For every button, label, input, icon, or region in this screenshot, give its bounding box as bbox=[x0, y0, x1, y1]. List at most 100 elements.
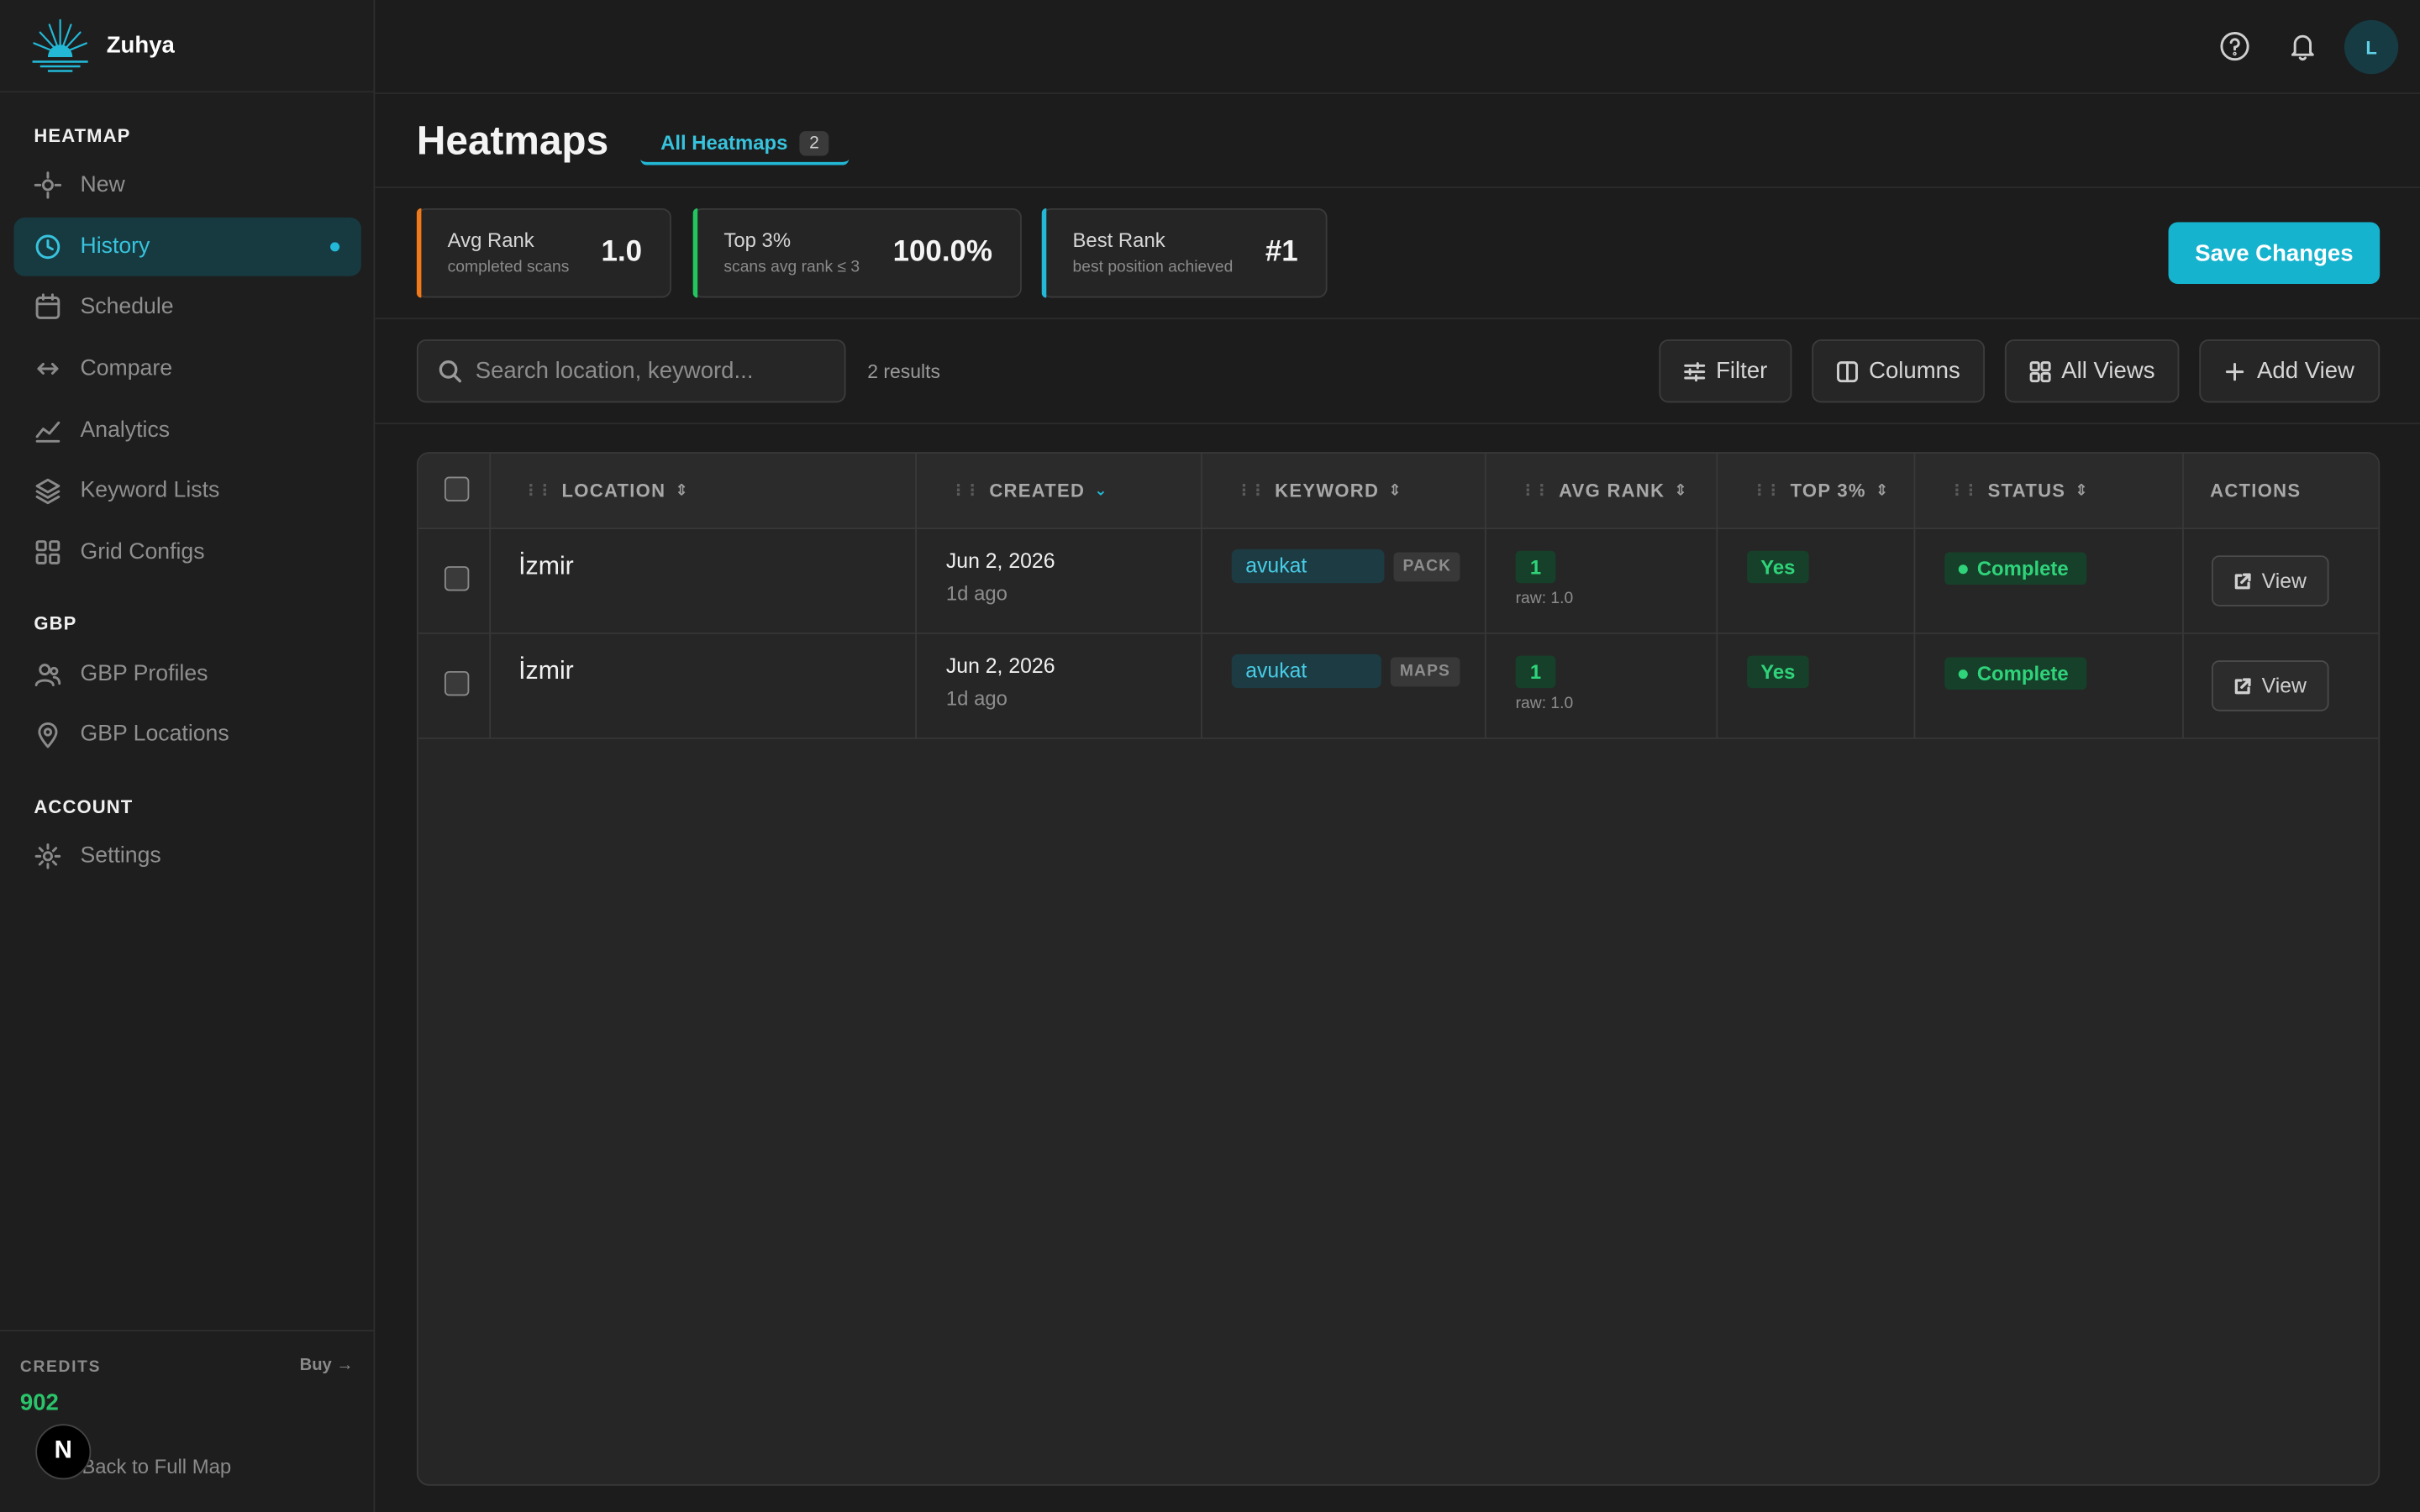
column-label: KEYWORD bbox=[1275, 480, 1380, 501]
grid-icon bbox=[34, 538, 61, 566]
sidebar-item-label: GBP Profiles bbox=[80, 661, 208, 687]
drag-handle-icon[interactable]: ⋮⋮ bbox=[1236, 482, 1265, 499]
column-label: ACTIONS bbox=[2210, 480, 2302, 501]
avg-rank-badge: 1 bbox=[1515, 550, 1556, 584]
stat-accent-bar bbox=[692, 207, 698, 298]
table-row[interactable]: İzmir Jun 2, 2026 1d ago avukat PACK 1 r… bbox=[418, 529, 2379, 634]
search-input[interactable] bbox=[475, 358, 831, 385]
sidebar-item-compare[interactable]: Compare bbox=[14, 339, 361, 398]
filter-label: Filter bbox=[1716, 358, 1768, 385]
drag-handle-icon[interactable]: ⋮⋮ bbox=[950, 482, 980, 499]
column-header-top3[interactable]: ⋮⋮ TOP 3% ⇕ bbox=[1752, 480, 1890, 501]
view-button[interactable]: View bbox=[2211, 660, 2329, 711]
n-badge-icon[interactable]: N bbox=[35, 1424, 92, 1480]
view-label: View bbox=[2261, 569, 2307, 593]
drag-handle-icon[interactable]: ⋮⋮ bbox=[523, 482, 553, 499]
view-button[interactable]: View bbox=[2211, 555, 2329, 606]
status-badge: Complete bbox=[1944, 552, 2087, 585]
search-icon bbox=[439, 360, 461, 383]
page-title: Heatmaps bbox=[416, 117, 609, 164]
sort-icon: ⇕ bbox=[1674, 481, 1689, 500]
external-link-icon bbox=[2235, 572, 2252, 589]
back-to-full-map-link[interactable]: Back to Full Map bbox=[82, 1455, 231, 1478]
sidebar-item-label: Settings bbox=[80, 843, 161, 869]
sort-desc-icon: ⌄ bbox=[1094, 481, 1108, 500]
created-relative: 1d ago bbox=[945, 581, 1007, 605]
sidebar-item-new[interactable]: New bbox=[14, 156, 361, 215]
column-header-status[interactable]: ⋮⋮ STATUS ⇕ bbox=[1949, 480, 2089, 501]
brand[interactable]: Zuhya bbox=[0, 0, 374, 93]
stat-title: Top 3% bbox=[723, 228, 792, 252]
column-header-keyword[interactable]: ⋮⋮ KEYWORD ⇕ bbox=[1236, 480, 1402, 501]
all-views-button[interactable]: All Views bbox=[2004, 339, 2180, 403]
page-header: Heatmaps All Heatmaps 2 bbox=[375, 94, 2420, 189]
keyword-type-badge: MAPS bbox=[1390, 657, 1460, 687]
columns-button[interactable]: Columns bbox=[1812, 339, 1985, 403]
search-box[interactable] bbox=[416, 339, 846, 403]
sidebar-item-keyword-lists[interactable]: Keyword Lists bbox=[14, 461, 361, 520]
table-header: ⋮⋮ LOCATION ⇕ ⋮⋮ CREATED ⌄ ⋮⋮ KEYWORD ⇕ ⋮⋮ AVG … bbox=[418, 453, 2379, 529]
stat-value: #1 bbox=[1265, 236, 1298, 269]
filter-button[interactable]: Filter bbox=[1659, 339, 1792, 403]
sidebar-item-history[interactable]: History bbox=[13, 217, 361, 276]
sidebar-item-label: New bbox=[80, 172, 125, 198]
sort-icon: ⇕ bbox=[1875, 481, 1890, 500]
column-label: CREATED bbox=[989, 480, 1086, 501]
sliders-icon bbox=[1683, 361, 1705, 381]
column-header-created[interactable]: ⋮⋮ CREATED ⌄ bbox=[950, 480, 1108, 501]
location-cell: İzmir bbox=[518, 657, 574, 685]
table-row[interactable]: İzmir Jun 2, 2026 1d ago avukat MAPS 1 r… bbox=[418, 634, 2379, 739]
sidebar-item-gbp-profiles[interactable]: GBP Profiles bbox=[14, 645, 361, 704]
select-all-checkbox[interactable] bbox=[444, 476, 470, 501]
sidebar-item-label: Keyword Lists bbox=[80, 478, 220, 503]
credits-value: 902 bbox=[19, 1389, 59, 1417]
sidebar-item-gbp-locations[interactable]: GBP Locations bbox=[14, 705, 361, 764]
drag-handle-icon[interactable]: ⋮⋮ bbox=[1520, 482, 1549, 499]
sidebar-item-grid-configs[interactable]: Grid Configs bbox=[14, 523, 361, 582]
created-date: Jun 2, 2026 bbox=[945, 549, 1055, 573]
bell-icon[interactable] bbox=[2286, 29, 2319, 63]
stat-card-avg-rank: Avg Rank completed scans 1.0 bbox=[416, 207, 671, 298]
stat-card-best-rank: Best Rank best position achieved #1 bbox=[1041, 207, 1328, 298]
add-view-label: Add View bbox=[2257, 358, 2354, 385]
sort-icon: ⇕ bbox=[675, 481, 690, 500]
row-checkbox[interactable] bbox=[444, 670, 470, 696]
status-dot bbox=[1958, 669, 1968, 679]
drag-handle-icon[interactable]: ⋮⋮ bbox=[1949, 482, 1979, 499]
column-label: AVG RANK bbox=[1559, 480, 1665, 501]
sidebar-item-label: GBP Locations bbox=[80, 722, 229, 747]
status-label: Complete bbox=[1976, 557, 2069, 580]
stats-bar: Avg Rank completed scans 1.0 Top 3% scan… bbox=[375, 188, 2420, 320]
raw-rank: raw: 1.0 bbox=[1515, 694, 1574, 713]
sidebar-item-label: Schedule bbox=[80, 294, 174, 320]
active-indicator-dot bbox=[330, 242, 340, 252]
grid-icon bbox=[2029, 360, 2051, 382]
sidebar-item-label: Compare bbox=[80, 356, 173, 381]
row-checkbox[interactable] bbox=[444, 566, 470, 591]
sidebar-item-schedule[interactable]: Schedule bbox=[14, 278, 361, 337]
buy-credits-link[interactable]: Buy → bbox=[300, 1356, 354, 1374]
keyword-type-badge: PACK bbox=[1393, 552, 1461, 582]
sidebar-item-label: Analytics bbox=[80, 417, 171, 444]
sidebar-item-analytics[interactable]: Analytics bbox=[14, 402, 361, 460]
tab-all-heatmaps[interactable]: All Heatmaps 2 bbox=[640, 123, 849, 165]
keyword-tag: avukat bbox=[1231, 654, 1381, 689]
avatar[interactable]: L bbox=[2344, 19, 2399, 75]
arrows-horizontal-icon bbox=[34, 354, 61, 382]
layers-icon bbox=[34, 477, 61, 505]
add-view-button[interactable]: Add View bbox=[2199, 339, 2381, 403]
stat-subtitle: best position achieved bbox=[1072, 257, 1234, 276]
external-link-icon bbox=[2235, 677, 2252, 694]
columns-icon bbox=[1836, 360, 1858, 382]
column-header-avg-rank[interactable]: ⋮⋮ AVG RANK ⇕ bbox=[1520, 480, 1688, 501]
help-icon[interactable] bbox=[2217, 29, 2251, 63]
drag-handle-icon[interactable]: ⋮⋮ bbox=[1752, 482, 1781, 499]
save-changes-button[interactable]: Save Changes bbox=[2168, 222, 2381, 284]
stat-title: Best Rank bbox=[1072, 228, 1165, 252]
column-header-location[interactable]: ⋮⋮ LOCATION ⇕ bbox=[523, 480, 689, 501]
stat-value: 100.0% bbox=[892, 236, 992, 269]
avg-rank-badge: 1 bbox=[1515, 655, 1556, 689]
sidebar-item-settings[interactable]: Settings bbox=[14, 827, 361, 885]
stat-subtitle: completed scans bbox=[447, 257, 570, 276]
gear-icon bbox=[34, 843, 61, 870]
